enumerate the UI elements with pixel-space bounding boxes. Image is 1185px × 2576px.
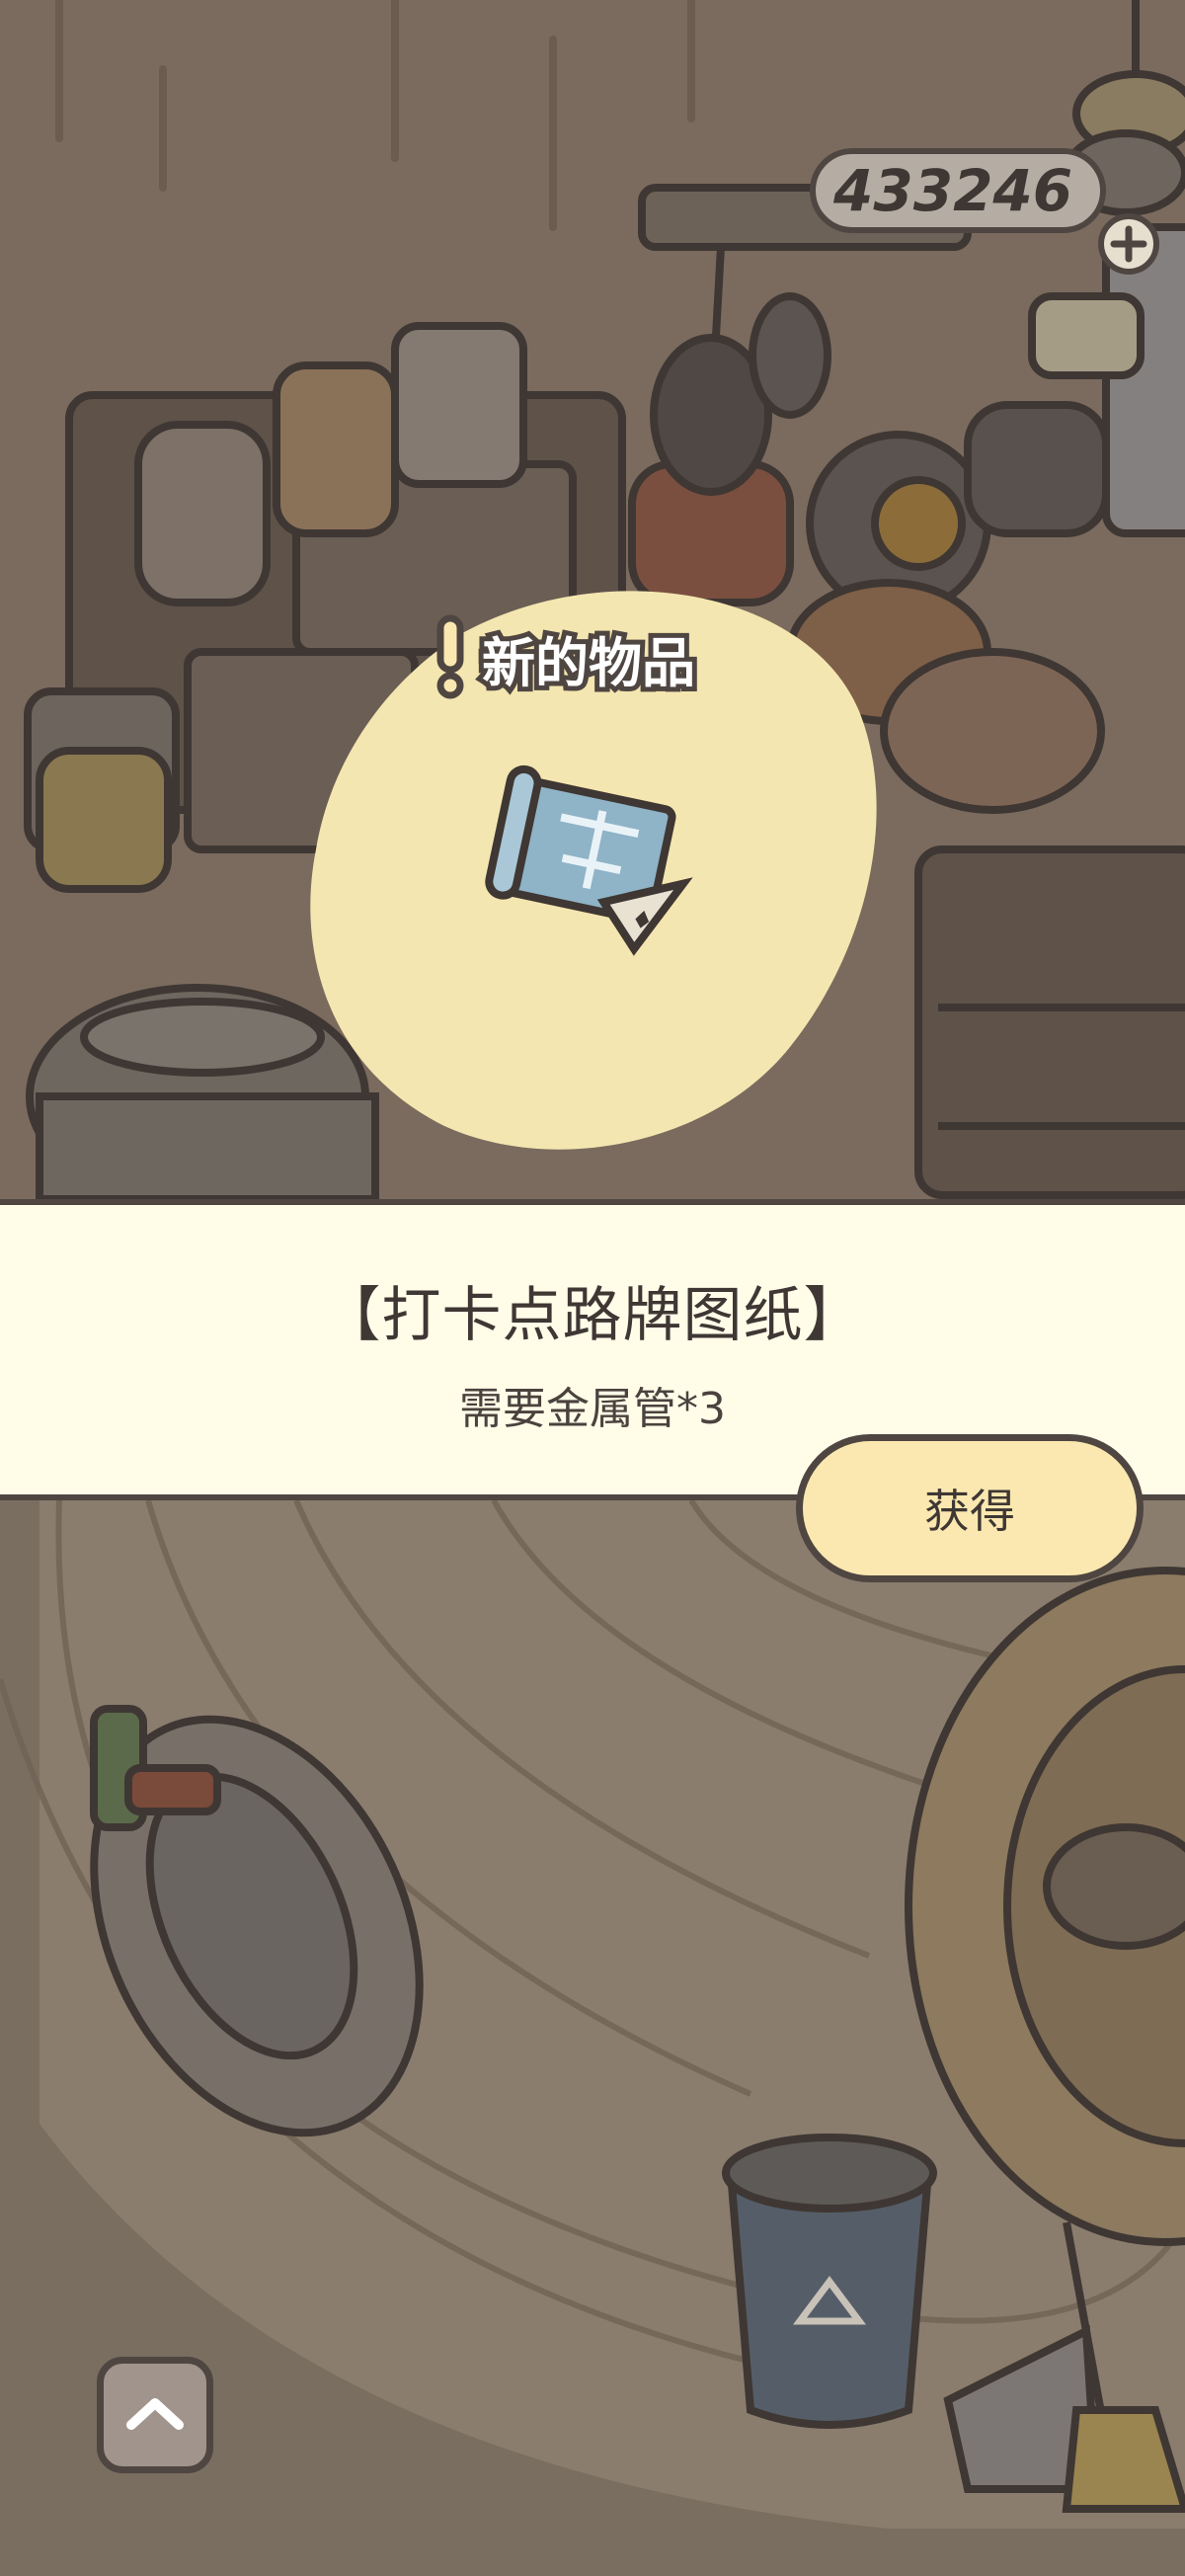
item-requirement: 需要金属管*3 [459,1384,726,1434]
get-button[interactable]: 获得 [796,1434,1144,1582]
new-item-label: 新的物品 [477,627,700,699]
add-currency-button[interactable] [1098,213,1159,275]
scroll-up-button[interactable] [97,2357,213,2473]
plus-icon [1110,225,1147,263]
item-name: 【打卡点路牌图纸】 [321,1281,864,1350]
chevron-up-icon [126,2398,184,2430]
currency-counter: 433246 [810,148,1106,233]
exclamation-icon [436,614,464,699]
currency-amount: 433246 [833,157,1073,224]
